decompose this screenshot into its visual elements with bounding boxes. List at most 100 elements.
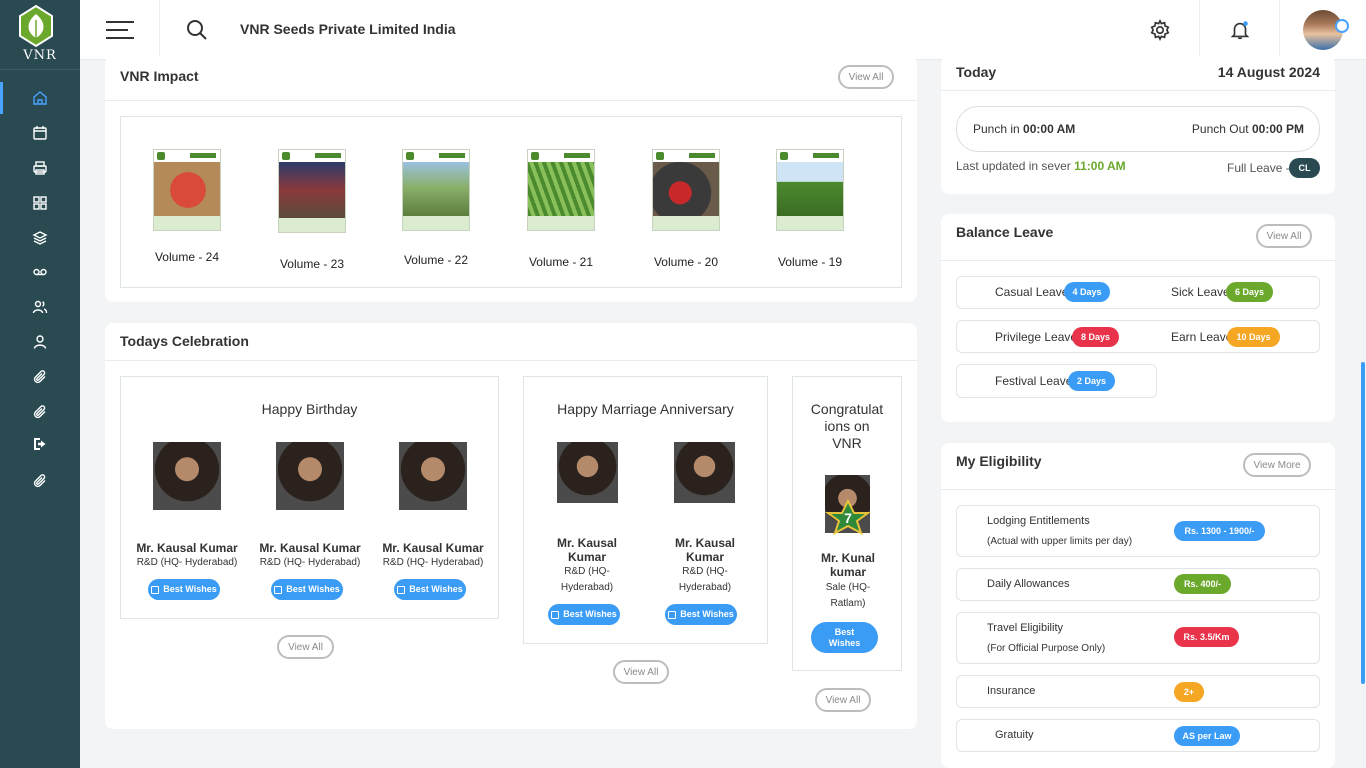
volume-cover-23[interactable] [278,149,346,233]
congratulations-view-all-button[interactable]: View All [815,688,871,712]
eligibility-label: Gratuity [995,729,1034,741]
eligibility-sub: (For Official Purpose Only) [987,643,1106,654]
page-scrollbar[interactable] [1361,362,1365,684]
sidebar-item-home[interactable] [0,82,80,114]
best-wishes-button[interactable]: Best Wishes [148,579,220,600]
name-line: Kumar [685,550,724,564]
dept-line: R&D (HQ- [564,566,610,577]
divider [941,90,1335,91]
sidebar-item-attachments-2[interactable] [0,396,80,428]
person-dept: R&D (HQ- Hyderabad) [537,564,637,596]
person-name: Mr. Kunal kumar [798,551,898,579]
leave-badge: 10 Days [1227,327,1280,347]
cover-logo [406,152,414,160]
cover-logo [282,152,290,160]
eligibility-label: Travel Eligibility [987,622,1064,634]
person-name: Mr. Kausal Kumar [382,541,484,555]
eligibility-view-more-button[interactable]: View More [1243,453,1311,477]
calendar-icon [33,126,47,140]
gift-icon [274,585,283,594]
title-line: ions on [824,418,870,434]
cover-tag [813,153,839,158]
title-line: VNR [832,435,862,451]
full-leave-label: Full Leave - [1227,161,1290,175]
sidebar-item-voicemail[interactable] [0,256,80,288]
leave-code-badge: CL [1289,158,1320,178]
profile-button[interactable] [1279,0,1366,60]
avatar[interactable] [1303,10,1349,50]
sidebar-item-attachments-3[interactable] [0,465,80,497]
punch-in-time: 00:00 AM [1023,122,1076,136]
volume-cover-19[interactable] [776,149,844,231]
divider [105,100,917,101]
leave-label: Casual Leave [995,285,1069,299]
button-label: Best Wishes [163,584,217,594]
sidebar-item-attachments-1[interactable] [0,361,80,393]
anniversary-panel: Happy Marriage Anniversary Mr. Kausal Kum… [523,376,768,644]
notifications-button[interactable] [1199,0,1279,60]
gift-icon [551,610,560,619]
card-title: VNR Impact [120,68,199,84]
users-icon [32,300,48,314]
status-indicator [1335,19,1349,33]
name-line: kumar [829,565,867,579]
anniversary-view-all-button[interactable]: View All [613,660,669,684]
layers-icon [32,231,48,245]
card-title: Todays Celebration [120,333,249,349]
voicemail-icon [33,268,47,276]
birthday-view-all-button[interactable]: View All [277,635,334,659]
cover-logo [656,152,664,160]
best-wishes-button[interactable]: Best Wishes [271,579,343,600]
sidebar-item-logout[interactable] [0,428,80,460]
gift-icon [151,585,160,594]
cover-photo [653,162,719,218]
sidebar: VNR [0,0,80,768]
eligibility-badge: Rs. 3.5/Km [1174,627,1239,647]
sidebar-item-profile[interactable] [0,326,80,358]
sidebar-item-team[interactable] [0,291,80,323]
search-icon [187,20,207,40]
user-icon [33,335,47,349]
dept-line: Ratlam) [830,598,866,609]
volume-label: Volume - 21 [528,255,594,269]
eligibility-label: Daily Allowances [987,578,1070,590]
best-wishes-button[interactable]: Best Wishes [394,579,466,600]
volume-label: Volume - 24 [154,250,220,264]
dept-line: Hyderabad) [678,582,732,593]
button-label: Best Wishes [563,609,617,619]
leave-badge: 8 Days [1072,327,1119,347]
divider [941,260,1335,261]
sidebar-item-print[interactable] [0,152,80,184]
birthday-title: Happy Birthday [261,401,358,417]
best-wishes-button[interactable]: Best Wishes [548,604,620,625]
settings-button[interactable] [1120,0,1200,60]
sidebar-item-layers[interactable] [0,222,80,254]
eligibility-badge: 2+ [1174,682,1204,702]
leave-view-all-button[interactable]: View All [1256,224,1312,248]
menu-toggle-button[interactable] [80,0,160,60]
best-wishes-button[interactable]: Best Wishes [665,604,737,625]
volume-cover-22[interactable] [402,149,470,231]
best-wishes-button[interactable]: Best Wishes [811,622,878,653]
congratulations-title: Congratulat ions on VNR [793,401,901,452]
volume-label: Volume - 20 [653,255,719,269]
punch-out-label: Punch Out [1191,122,1249,136]
vnr-logo[interactable]: VNR [0,0,80,70]
sidebar-item-apps[interactable] [0,187,80,219]
congratulations-panel: Congratulat ions on VNR 7 Mr. Kunal kumar S… [792,376,902,671]
volume-cover-21[interactable] [527,149,595,231]
cover-tag [439,153,465,158]
top-header: VNR Seeds Private Limited India [80,0,1366,60]
sidebar-item-calendar[interactable] [0,117,80,149]
volume-cover-24[interactable] [153,149,221,231]
gear-icon [1150,19,1170,41]
person-name: Mr. Kausal Kumar [136,541,238,555]
name-line: Mr. Kausal [674,536,736,550]
punch-in: Punch in 00:00 AM [973,122,1075,136]
birthday-panel: Happy Birthday Mr. Kausal Kumar R&D (HQ-… [120,376,499,619]
search-button[interactable] [185,18,209,42]
button-label: Best Wishes [680,609,734,619]
volume-label: Volume - 19 [777,255,843,269]
impact-view-all-button[interactable]: View All [838,65,894,89]
volume-cover-20[interactable] [652,149,720,231]
